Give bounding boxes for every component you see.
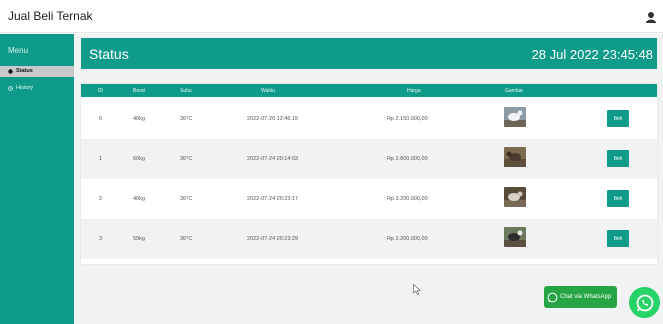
column-header-waktu: Waktu [261,88,275,94]
whatsapp-chat-label: Chat via WhatsApp [560,294,612,300]
goat-photo [504,147,526,167]
cell-berat: 40kg [133,116,145,122]
cell-waktu: 2022-07-26 12:46:15 [247,116,299,122]
cell-suhu: 36°C [180,116,193,122]
table-row: 2 40kg 36°C 2022-07-24 20:23:17 Rp 3.200… [81,179,657,219]
buy-button[interactable]: Beli [607,230,629,247]
sidebar-item-label: Status [16,68,33,74]
cell-id: 2 [99,196,103,202]
cell-suhu: 36°C [180,196,193,202]
column-header-berat: Berat [133,88,145,94]
status-table: ID Berat Suhu Waktu Harga Gambar 0 40kg … [81,84,657,264]
whatsapp-floating-button[interactable] [629,287,660,318]
page-title: Status [89,46,129,62]
cell-waktu: 2022-07-24 20:23:17 [247,196,299,202]
whatsapp-chat-button[interactable]: Chat via WhatsApp [544,286,617,308]
cell-harga: Rp 2.800.000,00 [387,156,428,162]
goat-photo [504,107,526,127]
cell-id: 0 [99,116,103,122]
goat-photo [504,227,526,247]
cell-id: 3 [99,236,103,242]
column-header-suhu: Suhu [180,88,192,94]
cell-berat: 40kg [133,196,145,202]
cell-berat: 60kg [133,156,145,162]
table-row: 0 40kg 36°C 2022-07-26 12:46:15 Rp 2.150… [81,99,657,139]
column-header-id: ID [98,88,103,94]
buy-button[interactable]: Beli [607,190,629,207]
goat-photo [504,187,526,207]
sidebar-menu-label: Menu [8,46,29,55]
status-header: Status 28 Jul 2022 23:45:48 [81,38,657,69]
table-row: 1 60kg 36°C 2022-07-24 20:14:03 Rp 2.800… [81,139,657,179]
cell-waktu: 2022-07-24 20:23:29 [247,236,299,242]
column-header-harga: Harga [407,88,421,94]
buy-button[interactable]: Beli [607,110,629,127]
table-header: ID Berat Suhu Waktu Harga Gambar [81,84,657,97]
cell-suhu: 36°C [180,236,193,242]
cell-waktu: 2022-07-24 20:14:03 [247,156,299,162]
mouse-cursor-icon [413,284,421,295]
whatsapp-icon [636,294,653,311]
current-datetime: 28 Jul 2022 23:45:48 [531,47,653,62]
top-bar: Jual Beli Ternak [0,0,663,33]
history-icon [8,86,13,91]
cell-harga: Rp 2.150.000,00 [387,116,428,122]
cell-harga: Rp 3.200.000,00 [387,196,428,202]
cell-suhu: 36°C [180,156,193,162]
cell-berat: 59kg [133,236,145,242]
whatsapp-icon [547,292,558,302]
table-row: 3 59kg 36°C 2022-07-24 20:23:29 Rp 2.200… [81,219,657,259]
circle-icon [8,69,13,74]
buy-button[interactable]: Beli [607,150,629,167]
sidebar-item-status[interactable]: Status [0,66,74,77]
user-icon[interactable] [645,11,657,23]
cell-id: 1 [99,156,103,162]
sidebar-item-label: History [16,85,34,91]
sidebar-item-history[interactable]: History [0,83,74,94]
column-header-gambar: Gambar [505,88,524,94]
sidebar: Menu Status History [0,34,74,324]
app-title: Jual Beli Ternak [8,9,93,23]
cell-harga: Rp 2.200.000,00 [387,236,428,242]
